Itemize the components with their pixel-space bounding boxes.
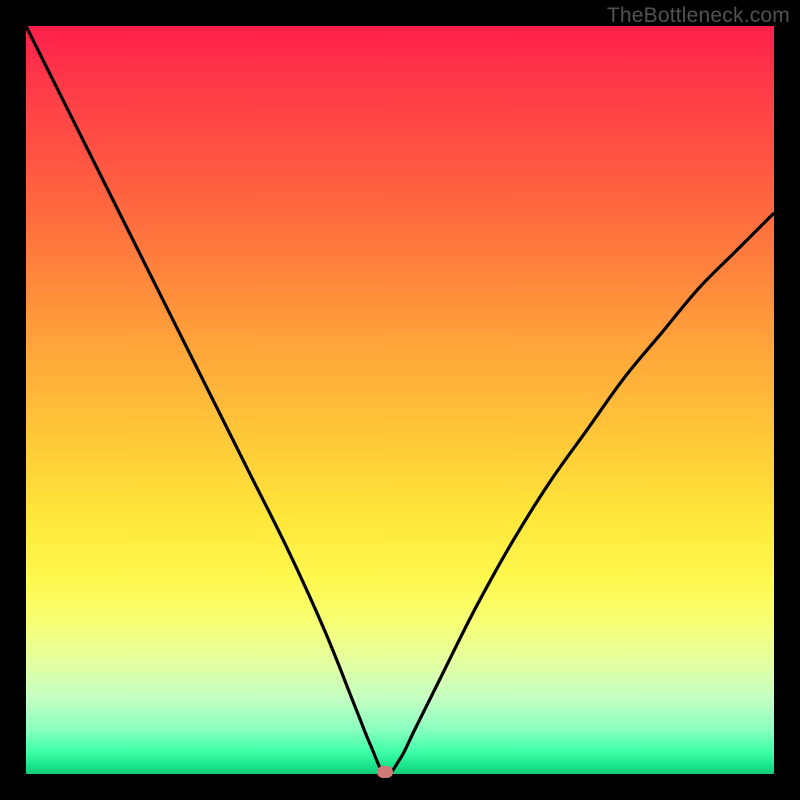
bottleneck-curve [26, 26, 774, 774]
watermark-text: TheBottleneck.com [607, 4, 790, 28]
plot-area [26, 26, 774, 774]
curve-minimum-marker [377, 766, 393, 778]
curve-path [26, 26, 774, 774]
chart-frame: TheBottleneck.com [0, 0, 800, 800]
